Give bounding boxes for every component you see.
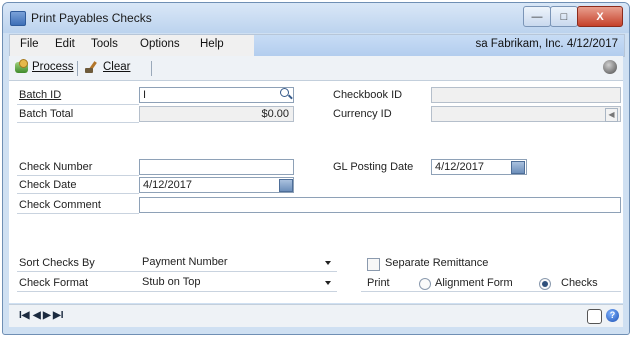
menu-bar: File Edit Tools Options Help sa Fabrikam… xyxy=(9,34,625,57)
note-icon[interactable] xyxy=(587,309,602,324)
alignment-form-label: Alignment Form xyxy=(435,277,513,289)
close-button[interactable]: X xyxy=(577,6,623,27)
check-format-value: Stub on Top xyxy=(142,276,201,288)
first-record-button[interactable]: I◀ xyxy=(19,310,29,321)
calendar-icon[interactable] xyxy=(511,161,525,174)
menu-options[interactable]: Options xyxy=(140,38,180,50)
check-number-label: Check Number xyxy=(19,161,93,173)
sort-checks-by-label: Sort Checks By xyxy=(19,257,95,269)
menu-tools[interactable]: Tools xyxy=(91,38,118,50)
process-label: Process xyxy=(32,61,74,73)
batch-id-value: I xyxy=(143,89,147,101)
currency-id-label: Currency ID xyxy=(333,108,392,120)
separate-remittance-label: Separate Remittance xyxy=(385,257,489,269)
row-divider xyxy=(17,271,337,272)
clear-button[interactable]: Clear xyxy=(85,61,130,73)
check-date-label: Check Date xyxy=(19,179,77,191)
lookup-icon[interactable] xyxy=(280,88,292,100)
chevron-down-icon[interactable] xyxy=(325,261,331,265)
clear-label: Clear xyxy=(103,61,131,73)
menu-file[interactable]: File xyxy=(20,38,39,50)
gl-posting-date-value: 4/12/2017 xyxy=(435,161,484,173)
process-button[interactable]: Process xyxy=(15,58,74,73)
check-format-select[interactable]: Stub on Top xyxy=(139,274,339,290)
batch-total-field: $0.00 xyxy=(139,106,294,122)
batch-id-label: Batch ID xyxy=(19,89,62,101)
app-icon xyxy=(10,11,26,26)
user-company-date: sa Fabrikam, Inc. 4/12/2017 xyxy=(475,38,618,50)
menu-edit[interactable]: Edit xyxy=(55,38,75,50)
row-divider xyxy=(17,193,139,194)
row-divider xyxy=(17,122,139,123)
radio-checks[interactable] xyxy=(539,278,551,290)
currency-lookup-icon: ◀ xyxy=(605,108,618,122)
batch-id-input[interactable]: I xyxy=(139,87,294,103)
maximize-button[interactable]: □ xyxy=(550,6,578,27)
checkbook-id-label: Checkbook ID xyxy=(333,89,403,101)
check-comment-input[interactable] xyxy=(139,197,621,213)
check-comment-label: Check Comment xyxy=(19,199,101,211)
printer-icon[interactable] xyxy=(603,60,617,74)
window-title: Print Payables Checks xyxy=(31,11,152,25)
currency-id-field xyxy=(431,106,621,122)
batch-total-label: Batch Total xyxy=(19,108,74,120)
checkbook-id-field xyxy=(431,87,621,103)
check-number-input[interactable] xyxy=(139,159,294,175)
next-record-button[interactable]: ▶ xyxy=(43,310,51,321)
row-divider xyxy=(361,291,621,292)
check-date-value: 4/12/2017 xyxy=(143,179,192,191)
toolbar-separator xyxy=(77,61,78,76)
separate-remittance-checkbox[interactable] xyxy=(367,258,380,271)
clear-icon xyxy=(85,61,99,73)
window: Print Payables Checks — □ X File Edit To… xyxy=(2,2,630,335)
chevron-down-icon[interactable] xyxy=(325,281,331,285)
last-record-button[interactable]: ▶I xyxy=(53,310,63,321)
check-format-label: Check Format xyxy=(19,277,89,289)
toolbar: Process Clear xyxy=(9,56,623,81)
row-divider xyxy=(17,291,337,292)
form-area: Batch ID I Batch Total $0.00 Checkbook I… xyxy=(9,81,623,303)
sort-checks-by-select[interactable]: Payment Number xyxy=(139,254,339,270)
minimize-button[interactable]: — xyxy=(523,6,551,27)
check-date-input[interactable]: 4/12/2017 xyxy=(139,177,294,193)
print-label: Print xyxy=(367,277,390,289)
user-info-bar: sa Fabrikam, Inc. 4/12/2017 xyxy=(254,35,624,56)
checks-label: Checks xyxy=(561,277,598,289)
radio-alignment-form[interactable] xyxy=(419,278,431,290)
help-icon[interactable]: ? xyxy=(606,309,619,322)
row-divider xyxy=(17,213,139,214)
previous-record-button[interactable]: ◀ xyxy=(33,310,41,321)
gl-posting-date-label: GL Posting Date xyxy=(333,161,414,173)
calendar-icon[interactable] xyxy=(279,179,293,192)
process-icon xyxy=(15,58,28,73)
row-divider xyxy=(17,104,139,105)
menu-help[interactable]: Help xyxy=(200,38,224,50)
sort-checks-by-value: Payment Number xyxy=(142,256,228,268)
toolbar-separator xyxy=(151,61,152,76)
status-footer: I◀ ◀ ▶ ▶I ? xyxy=(9,304,623,327)
row-divider xyxy=(17,175,139,176)
title-bar[interactable]: Print Payables Checks — □ X xyxy=(3,3,629,33)
